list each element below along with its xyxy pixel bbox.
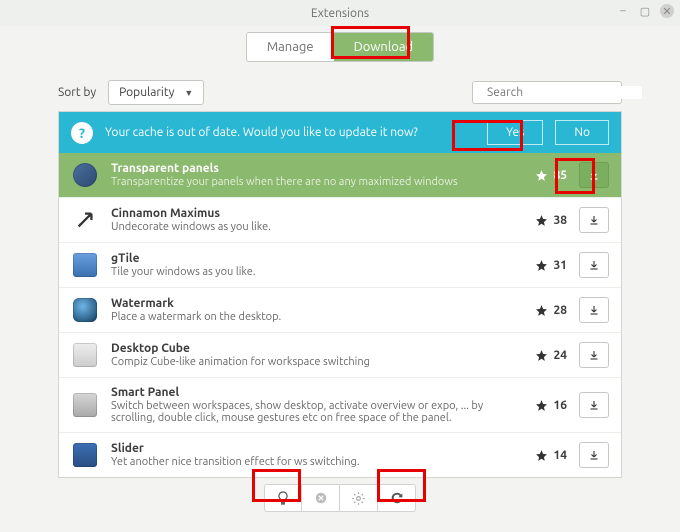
download-button[interactable] <box>579 342 609 368</box>
titlebar: Extensions – ▢ ✕ <box>0 0 680 26</box>
star-count: 24 <box>521 349 567 362</box>
extension-desc: Tile your windows as you like. <box>111 266 509 278</box>
cache-notice: ? Your cache is out of date. Would you l… <box>59 112 621 153</box>
bottom-toolbar <box>0 478 680 520</box>
sort-value: Popularity <box>119 86 174 99</box>
star-icon <box>535 399 548 412</box>
download-button[interactable] <box>579 162 609 188</box>
list-item[interactable]: SliderYet another nice transition effect… <box>59 432 621 477</box>
star-icon <box>535 259 548 272</box>
download-icon <box>588 259 600 271</box>
close-icon[interactable]: ✕ <box>660 4 674 18</box>
star-count: 38 <box>521 214 567 227</box>
extension-name: Desktop Cube <box>111 342 509 355</box>
extension-name: Transparent panels <box>111 162 509 175</box>
extension-desc: Undecorate windows as you like. <box>111 221 509 233</box>
settings-button[interactable] <box>340 484 378 512</box>
extension-desc: Compiz Cube-like animation for workspace… <box>111 356 509 368</box>
star-icon <box>535 304 548 317</box>
extension-desc: Place a watermark on the desktop. <box>111 311 509 323</box>
star-icon <box>535 169 548 182</box>
tab-manage[interactable]: Manage <box>247 33 334 61</box>
maximize-icon[interactable]: ▢ <box>638 4 652 18</box>
remove-button[interactable] <box>302 484 340 512</box>
extension-icon <box>71 251 99 279</box>
download-icon <box>588 169 600 181</box>
extension-icon <box>71 341 99 369</box>
extension-desc: Yet another nice transition effect for w… <box>111 456 509 468</box>
star-count: 14 <box>521 449 567 462</box>
gear-icon <box>351 491 366 506</box>
download-button[interactable] <box>579 252 609 278</box>
star-count: 28 <box>521 304 567 317</box>
list-item[interactable]: Cinnamon MaximusUndecorate windows as yo… <box>59 197 621 242</box>
chevron-down-icon: ▼ <box>184 88 193 98</box>
download-icon <box>588 449 600 461</box>
list-item[interactable]: Smart PanelSwitch between workspaces, sh… <box>59 377 621 432</box>
extension-icon <box>71 441 99 469</box>
star-icon <box>535 214 548 227</box>
star-icon <box>535 449 548 462</box>
window-title: Extensions <box>311 7 369 20</box>
download-icon <box>588 214 600 226</box>
list-item[interactable]: gTileTile your windows as you like. 31 <box>59 242 621 287</box>
star-count: 31 <box>521 259 567 272</box>
download-button[interactable] <box>579 207 609 233</box>
sort-by-label: Sort by <box>58 86 96 99</box>
remove-icon <box>314 491 328 505</box>
list-item[interactable]: WatermarkPlace a watermark on the deskto… <box>59 287 621 332</box>
extension-name: Cinnamon Maximus <box>111 207 509 220</box>
download-icon <box>588 304 600 316</box>
star-count: 85 <box>521 169 567 182</box>
extension-name: Watermark <box>111 297 509 310</box>
download-button[interactable] <box>579 392 609 418</box>
notice-yes-button[interactable]: Yes <box>487 120 543 145</box>
search-input-wrapper[interactable] <box>472 81 622 104</box>
view-tabs: Manage Download <box>0 26 680 80</box>
notice-no-button[interactable]: No <box>555 120 609 145</box>
minimize-icon[interactable]: – <box>616 4 630 18</box>
extension-name: Slider <box>111 442 509 455</box>
star-icon <box>535 349 548 362</box>
download-icon <box>588 349 600 361</box>
info-button[interactable] <box>264 484 302 512</box>
sort-dropdown[interactable]: Popularity ▼ <box>108 80 204 105</box>
extension-desc: Transparentize your panels when there ar… <box>111 176 509 188</box>
extension-desc: Switch between workspaces, show desktop,… <box>111 400 509 424</box>
extension-list: ? Your cache is out of date. Would you l… <box>58 111 622 478</box>
extension-name: Smart Panel <box>111 386 509 399</box>
tab-download[interactable]: Download <box>334 33 434 61</box>
list-item[interactable]: Transparent panels Transparentize your p… <box>59 153 621 197</box>
question-icon: ? <box>71 122 93 144</box>
download-icon <box>588 399 600 411</box>
extension-name: gTile <box>111 252 509 265</box>
refresh-icon <box>389 490 405 506</box>
search-input[interactable] <box>487 86 642 99</box>
extension-icon <box>71 296 99 324</box>
lightbulb-icon <box>275 490 291 506</box>
extension-icon <box>71 206 99 234</box>
download-button[interactable] <box>579 297 609 323</box>
star-count: 16 <box>521 399 567 412</box>
list-item[interactable]: Desktop CubeCompiz Cube-like animation f… <box>59 332 621 377</box>
refresh-button[interactable] <box>378 484 416 512</box>
notice-message: Your cache is out of date. Would you lik… <box>105 126 475 139</box>
download-button[interactable] <box>579 442 609 468</box>
extension-icon <box>71 391 99 419</box>
extension-icon <box>71 161 99 189</box>
